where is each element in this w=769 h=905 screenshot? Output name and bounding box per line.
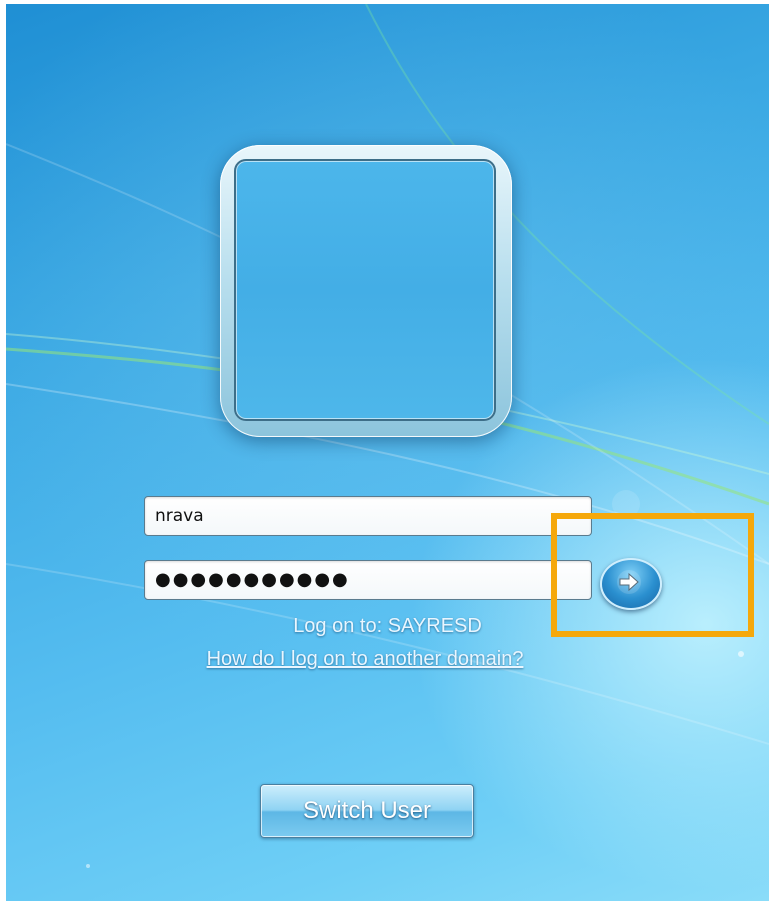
other-domain-link[interactable]: How do I log on to another domain?: [172, 648, 558, 671]
user-picture-frame: [220, 145, 512, 437]
logon-domain-text: Log on to: SAYRESD: [293, 615, 482, 637]
logon-screen: ●●●●●●●●●●● Log on to: SAYRESD How do I …: [6, 4, 769, 901]
user-picture: [234, 159, 496, 421]
username-field[interactable]: [144, 496, 592, 536]
password-field[interactable]: ●●●●●●●●●●●: [144, 560, 592, 600]
background-waves: [6, 4, 769, 868]
switch-user-button[interactable]: Switch User: [260, 784, 474, 838]
